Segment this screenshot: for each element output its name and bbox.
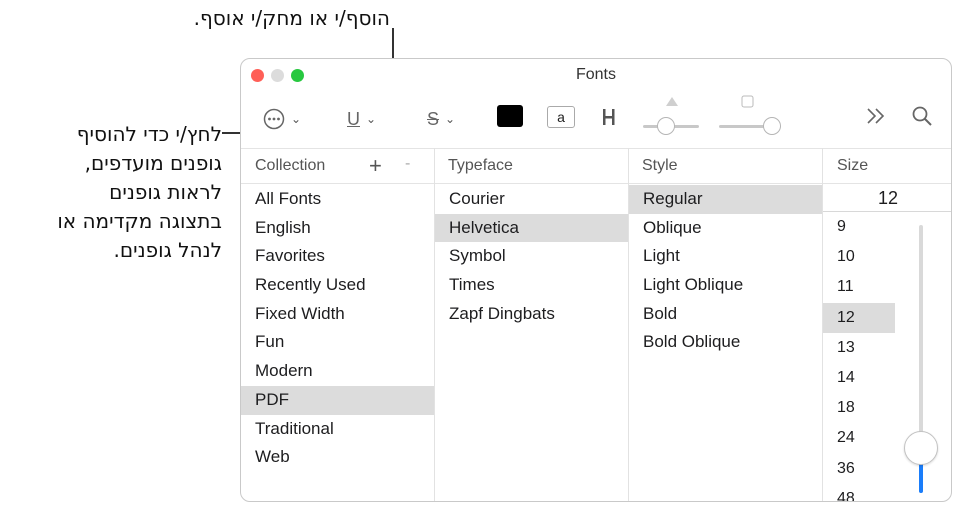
list-item[interactable]: Light Oblique xyxy=(629,271,822,300)
shadow-blur-icon xyxy=(741,95,754,108)
list-item[interactable]: 36 xyxy=(823,454,895,484)
list-item[interactable]: Fixed Width xyxy=(241,300,434,329)
list-item[interactable]: All Fonts xyxy=(241,185,434,214)
chevron-down-icon: ⌄ xyxy=(366,112,377,126)
list-item[interactable]: 13 xyxy=(823,333,895,363)
list-item[interactable]: Times xyxy=(435,271,628,300)
list-item[interactable]: Favorites xyxy=(241,242,434,271)
callout-left-line-3: לראות גופנים xyxy=(109,180,222,204)
list-item-selected[interactable]: Helvetica xyxy=(435,213,628,243)
fonts-window: Fonts ⌄ U ⌄ S ⌄ a Collection + - Typefac… xyxy=(240,58,952,502)
list-item[interactable]: 14 xyxy=(823,363,895,393)
callout-action-menu: לחץ/י כדי להוסיף גופנים מועדפים, לראות ג… xyxy=(0,120,222,265)
callout-left-line-4: בתצוגה מקדימה או xyxy=(57,209,222,233)
list-item-selected[interactable]: PDF xyxy=(241,385,434,415)
add-collection-button[interactable]: + xyxy=(369,153,382,179)
list-item[interactable]: Traditional xyxy=(241,415,434,444)
list-item[interactable]: Bold xyxy=(629,300,822,329)
search-icon[interactable] xyxy=(911,105,933,127)
typeface-header: Typeface xyxy=(448,157,513,174)
callout-left-line-2: גופנים מועדפים, xyxy=(84,151,222,175)
underline-button[interactable]: U ⌄ xyxy=(347,105,376,133)
shadow-blur-knob[interactable] xyxy=(763,117,781,135)
toolbar: ⌄ U ⌄ S ⌄ xyxy=(241,91,951,147)
strikethrough-label: S xyxy=(427,108,440,129)
size-header: Size xyxy=(837,157,869,174)
typeface-list: Courier Helvetica Symbol Times Zapf Ding… xyxy=(435,185,628,328)
style-list: Regular Oblique Light Light Oblique Bold… xyxy=(629,185,822,357)
list-item[interactable]: English xyxy=(241,214,434,243)
list-item[interactable]: Oblique xyxy=(629,214,822,243)
list-item-selected[interactable]: 12 xyxy=(823,302,895,333)
list-item[interactable]: Symbol xyxy=(435,242,628,271)
strikethrough-button[interactable]: S ⌄ xyxy=(427,105,455,133)
document-color-button[interactable]: a xyxy=(547,106,575,128)
list-item[interactable]: 48 xyxy=(823,484,895,501)
chevron-double-right-icon[interactable] xyxy=(865,107,887,125)
list-item[interactable]: 11 xyxy=(823,272,895,302)
ellipsis-circle-icon xyxy=(263,108,285,130)
style-header: Style xyxy=(642,157,678,174)
paragraph-spacing-icon[interactable] xyxy=(601,107,617,127)
list-item[interactable]: 24 xyxy=(823,423,895,453)
column-header-row: Collection + - Typeface Style Size xyxy=(241,148,951,184)
list-item[interactable]: Bold Oblique xyxy=(629,328,822,357)
callout-left-line-5: לנהל גופנים. xyxy=(113,238,222,262)
collection-list: All Fonts English Favorites Recently Use… xyxy=(241,185,434,472)
list-item[interactable]: 18 xyxy=(823,393,895,423)
title-bar: Fonts xyxy=(241,59,951,91)
list-item[interactable]: Web xyxy=(241,443,434,472)
size-input[interactable]: 12 xyxy=(823,184,951,212)
list-item[interactable]: Fun xyxy=(241,328,434,357)
shadow-opacity-icon xyxy=(666,97,678,106)
list-item[interactable]: Recently Used xyxy=(241,271,434,300)
size-list: 9 10 11 12 13 14 18 24 36 48 xyxy=(823,212,895,501)
callout-add-remove-collection: הוסף/י או מחק/י אוסף. xyxy=(193,6,390,30)
underline-label: U xyxy=(347,108,360,129)
list-item-selected[interactable]: Regular xyxy=(629,185,822,214)
action-menu-button[interactable]: ⌄ xyxy=(263,105,301,133)
list-item[interactable]: Zapf Dingbats xyxy=(435,300,628,329)
list-item[interactable]: Light xyxy=(629,242,822,271)
window-title: Fonts xyxy=(575,66,616,83)
chevron-down-icon: ⌄ xyxy=(445,112,456,126)
chevron-down-icon: ⌄ xyxy=(291,112,302,126)
list-item[interactable]: Modern xyxy=(241,357,434,386)
collection-header: Collection xyxy=(255,157,326,174)
list-item[interactable]: 10 xyxy=(823,242,895,272)
list-item[interactable]: Courier xyxy=(435,185,628,214)
shadow-opacity-knob[interactable] xyxy=(657,117,675,135)
size-slider-knob[interactable] xyxy=(904,431,938,465)
remove-collection-button[interactable]: - xyxy=(405,155,410,173)
text-color-well[interactable] xyxy=(497,105,523,127)
list-item[interactable]: 9 xyxy=(823,212,895,242)
callout-left-line-1: לחץ/י כדי להוסיף xyxy=(76,122,222,146)
